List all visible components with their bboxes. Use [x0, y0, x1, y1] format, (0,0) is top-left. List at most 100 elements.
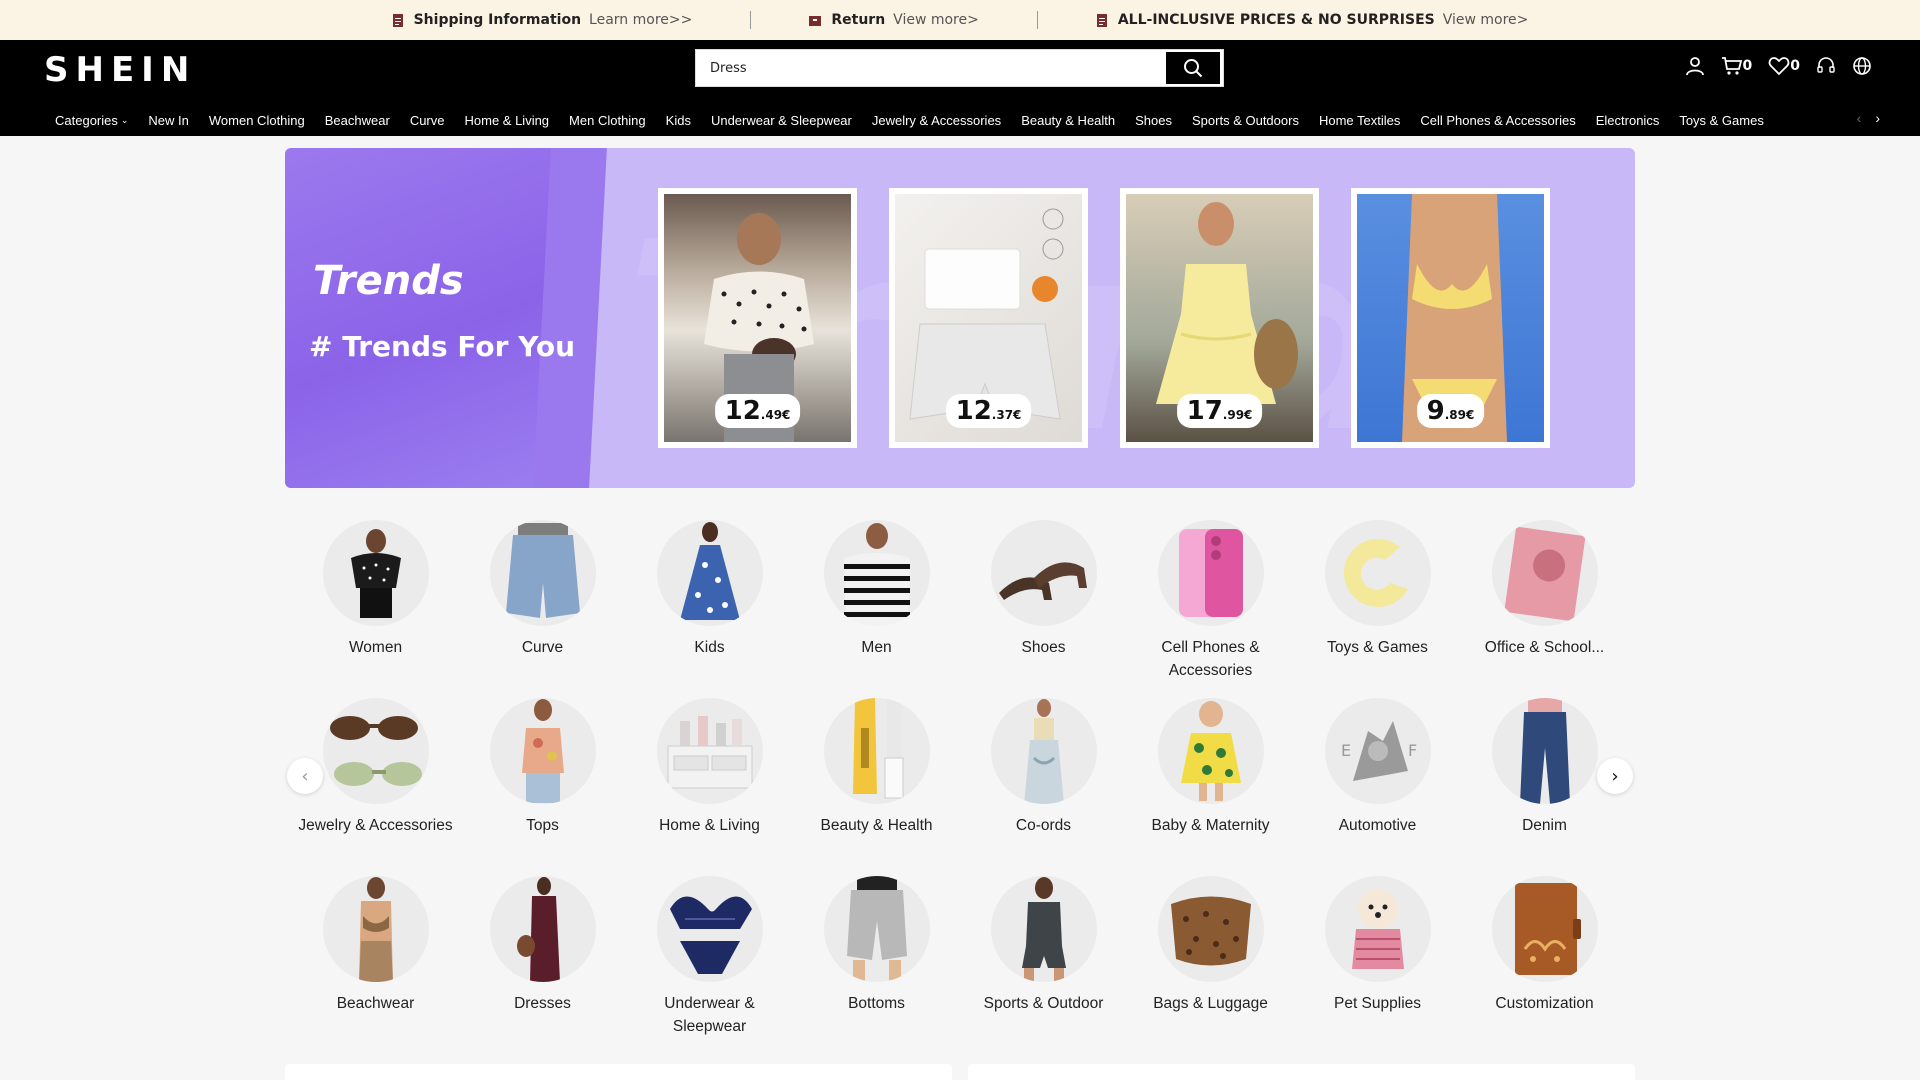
category-co-ords[interactable]: Co-ords	[960, 698, 1127, 837]
product-image: 17.99€	[1126, 194, 1313, 442]
support-button[interactable]	[1816, 56, 1836, 76]
category-underwear-sleepwear[interactable]: Underwear & Sleepwear	[626, 876, 793, 1038]
document-icon	[392, 13, 403, 27]
nav-item[interactable]: Women Clothing	[209, 113, 305, 128]
category-image: EF	[1324, 698, 1431, 804]
product-card[interactable]: 17.99€	[1120, 188, 1319, 448]
category-baby-maternity[interactable]: Baby & Maternity	[1127, 698, 1294, 837]
nav-item-categories[interactable]: Categories ⌄	[55, 113, 128, 128]
category-kids[interactable]: Kids	[626, 520, 793, 659]
svg-text:E: E	[1341, 741, 1351, 760]
category-curve[interactable]: Curve	[459, 520, 626, 659]
category-image	[1491, 520, 1598, 626]
shipping-info-title: Shipping Information	[413, 12, 582, 28]
prices-info[interactable]: ALL-INCLUSIVE PRICES & NO SURPRISES View…	[1036, 11, 1587, 29]
wishlist-button[interactable]: 0	[1768, 56, 1800, 76]
return-info-link[interactable]: View more>	[893, 12, 979, 28]
cart-count: 0	[1742, 58, 1753, 74]
nav-item[interactable]: Underwear & Sleepwear	[711, 113, 852, 128]
category-tops[interactable]: Tops	[459, 698, 626, 837]
category-image	[823, 698, 930, 804]
category-automotive[interactable]: E F Automotive	[1294, 698, 1461, 837]
bottom-section-card	[285, 1064, 952, 1080]
search-button[interactable]	[1166, 52, 1220, 84]
nav-item[interactable]: Cell Phones & Accessories	[1420, 113, 1575, 128]
shipping-info-link[interactable]: Learn more>>	[589, 12, 692, 28]
category-image	[1157, 698, 1264, 804]
product-card[interactable]: 9.89€	[1351, 188, 1550, 448]
nav-item[interactable]: Electronics	[1596, 113, 1660, 128]
nav-item[interactable]: Kids	[666, 113, 691, 128]
category-home-living[interactable]: Home & Living	[626, 698, 793, 837]
chevron-right-icon: ›	[1611, 765, 1619, 787]
category-toys-games[interactable]: Toys & Games	[1294, 520, 1461, 659]
product-card[interactable]: 12.37€	[889, 188, 1088, 448]
header-icons: 0 0	[1685, 56, 1873, 76]
language-button[interactable]	[1852, 56, 1872, 76]
category-bottoms[interactable]: Bottoms	[793, 876, 960, 1015]
return-box-icon	[809, 15, 822, 26]
nav-item[interactable]: Toys & Games	[1679, 113, 1764, 128]
category-image	[322, 698, 429, 804]
category-customization[interactable]: Customization	[1461, 876, 1628, 1015]
globe-icon	[1853, 57, 1871, 75]
nav-prev-icon[interactable]: ‹	[1857, 110, 1862, 126]
trends-title: # Trends For You	[309, 330, 576, 363]
cart-icon	[1721, 57, 1742, 75]
nav-item[interactable]: Beachwear	[325, 113, 390, 128]
category-image	[990, 698, 1097, 804]
wishlist-count: 0	[1790, 58, 1800, 74]
headset-icon	[1817, 57, 1835, 73]
svg-text:F: F	[1408, 741, 1417, 760]
category-office-school[interactable]: Office & School...	[1461, 520, 1628, 659]
shein-logo[interactable]: SHEIN	[44, 50, 196, 90]
nav-item[interactable]: New In	[148, 113, 188, 128]
category-image	[1491, 876, 1598, 982]
nav-item[interactable]: Sports & Outdoors	[1192, 113, 1299, 128]
category-men[interactable]: Men	[793, 520, 960, 659]
nav-next-icon[interactable]: ›	[1875, 110, 1880, 126]
return-info[interactable]: Return View more>	[750, 11, 1036, 29]
category-next-button[interactable]: ›	[1597, 758, 1633, 794]
nav-item[interactable]: Home Textiles	[1319, 113, 1400, 128]
category-image	[1324, 520, 1431, 626]
category-bags-luggage[interactable]: Bags & Luggage	[1127, 876, 1294, 1015]
account-button[interactable]	[1685, 56, 1705, 76]
category-beauty-health[interactable]: Beauty & Health	[793, 698, 960, 837]
category-image	[990, 520, 1097, 626]
category-cell-phones[interactable]: Cell Phones & Accessories	[1127, 520, 1294, 682]
category-image	[656, 876, 763, 982]
cart-button[interactable]: 0	[1721, 56, 1753, 76]
shipping-info[interactable]: Shipping Information Learn more>>	[334, 11, 751, 29]
trends-banner[interactable]: Trends Trends # Trends For You 12.49€	[285, 148, 1635, 488]
product-card[interactable]: 12.49€	[658, 188, 857, 448]
nav-item[interactable]: Beauty & Health	[1021, 113, 1115, 128]
prices-info-title: ALL-INCLUSIVE PRICES & NO SURPRISES	[1117, 12, 1435, 28]
search-input[interactable]	[696, 50, 1163, 86]
category-pet-supplies[interactable]: Pet Supplies	[1294, 876, 1461, 1015]
category-shoes[interactable]: Shoes	[960, 520, 1127, 659]
prices-info-link[interactable]: View more>	[1443, 12, 1529, 28]
banner-left-panel	[285, 148, 570, 488]
bottom-section-card	[968, 1064, 1635, 1080]
nav-item[interactable]: Curve	[410, 113, 445, 128]
category-image	[656, 520, 763, 626]
category-dresses[interactable]: Dresses	[459, 876, 626, 1015]
nav-item[interactable]: Home & Living	[465, 113, 550, 128]
search-icon	[1184, 59, 1203, 78]
product-price: 12.49€	[714, 394, 801, 428]
category-women[interactable]: Women	[292, 520, 459, 659]
category-image	[489, 698, 596, 804]
category-beachwear[interactable]: Beachwear	[292, 876, 459, 1015]
category-image	[1324, 876, 1431, 982]
category-image	[489, 520, 596, 626]
nav-item[interactable]: Men Clothing	[569, 113, 646, 128]
category-sports-outdoor[interactable]: Sports & Outdoor	[960, 876, 1127, 1015]
nav-item[interactable]: Shoes	[1135, 113, 1172, 128]
nav-arrows: ‹ ›	[1857, 110, 1880, 126]
heart-icon	[1768, 57, 1790, 76]
category-image	[990, 876, 1097, 982]
chevron-left-icon: ‹	[301, 765, 309, 787]
nav-item[interactable]: Jewelry & Accessories	[872, 113, 1001, 128]
category-prev-button[interactable]: ‹	[287, 758, 323, 794]
